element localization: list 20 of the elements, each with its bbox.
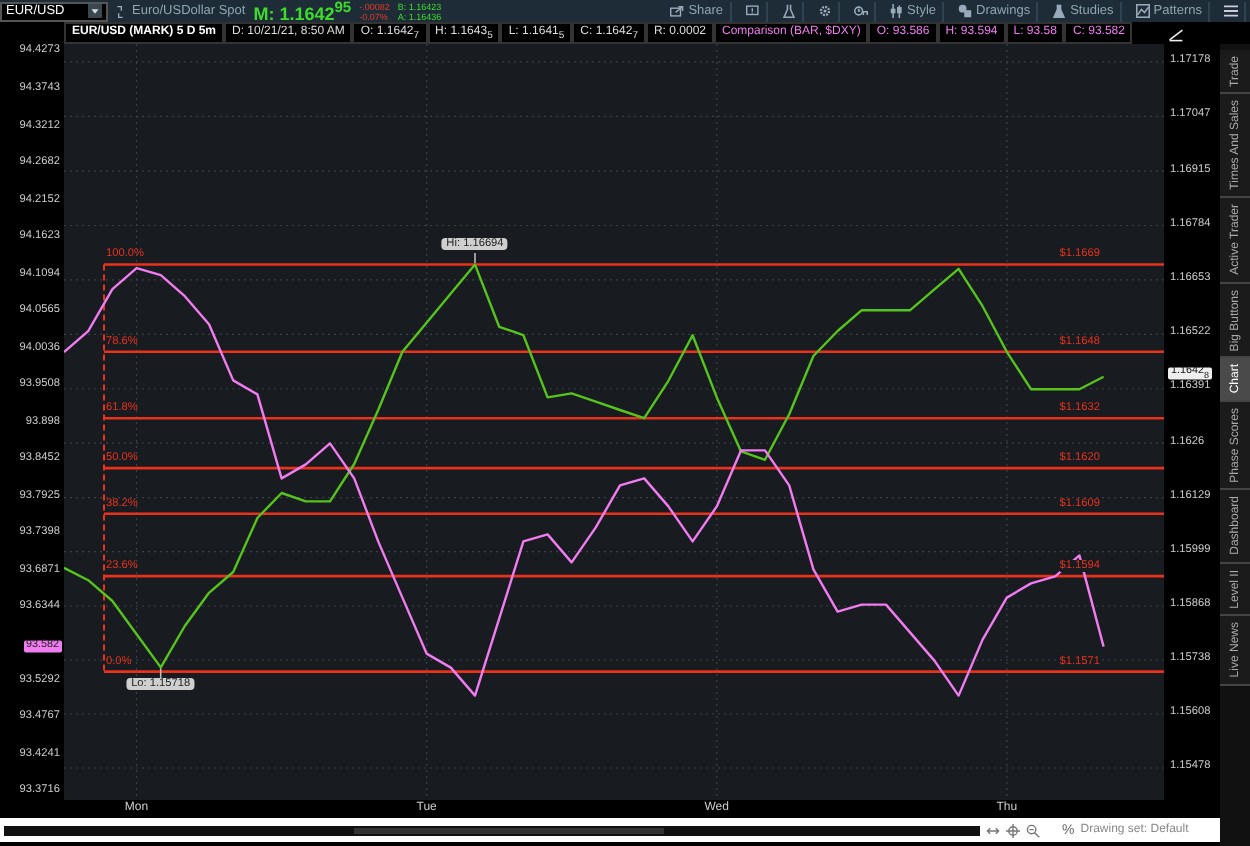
menu-icon [1224,4,1238,18]
zoom-icon[interactable] [1026,823,1040,837]
flask-icon [781,4,796,18]
line-style-icon[interactable] [1168,28,1184,42]
candlestick-icon [889,4,904,18]
mark-price: M: 1.1642$^{95}$ [253,0,352,24]
dropdown-icon[interactable] [88,4,102,18]
leader-line [474,252,476,264]
line-chart-icon [1135,4,1150,18]
clock-icon [853,4,868,18]
share-icon [670,4,685,18]
settings-icon [817,4,832,18]
flask-icon [1052,4,1067,18]
link-icon[interactable] [116,3,124,19]
scrollbar[interactable] [4,825,980,835]
alert-icon [745,4,760,18]
shapes-icon [958,4,972,18]
pan-icon[interactable] [986,823,1000,837]
crosshair-icon[interactable] [1006,823,1020,837]
leader-line [159,667,162,680]
